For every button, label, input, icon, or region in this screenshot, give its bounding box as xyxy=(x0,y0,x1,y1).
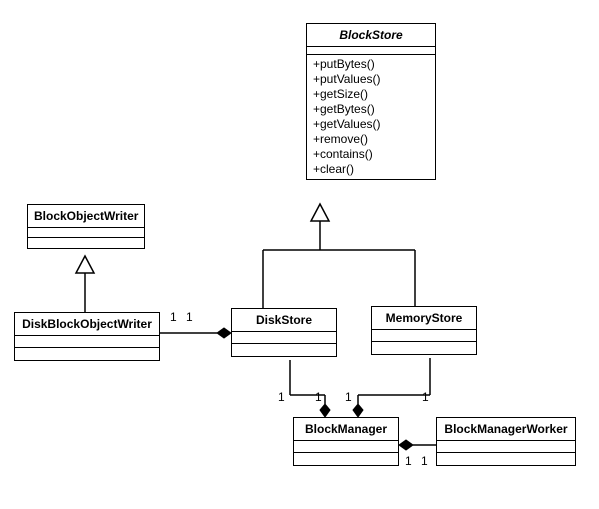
method: +putBytes() xyxy=(313,57,429,72)
class-blockmanagerworker: BlockManagerWorker xyxy=(436,417,576,466)
attr-section xyxy=(307,47,435,55)
class-blockmanager: BlockManager xyxy=(293,417,399,466)
methods-section xyxy=(15,348,159,360)
method: +clear() xyxy=(313,162,429,177)
class-blockstore: BlockStore +putBytes() +putValues() +get… xyxy=(306,23,436,180)
method: +getSize() xyxy=(313,87,429,102)
method: +contains() xyxy=(313,147,429,162)
method: +getValues() xyxy=(313,117,429,132)
mult-label: 1 xyxy=(405,454,412,468)
attr-section xyxy=(15,336,159,348)
attr-section xyxy=(294,441,398,453)
class-diskblockobjectwriter: DiskBlockObjectWriter xyxy=(14,312,160,361)
mult-label: 1 xyxy=(186,310,193,324)
attr-section xyxy=(28,228,144,238)
method: +getBytes() xyxy=(313,102,429,117)
mult-label: 1 xyxy=(315,390,322,404)
class-title: BlockManagerWorker xyxy=(437,418,575,441)
class-memorystore: MemoryStore xyxy=(371,306,477,355)
class-diskstore: DiskStore xyxy=(231,308,337,357)
mult-label: 1 xyxy=(422,390,429,404)
attr-section xyxy=(372,330,476,342)
class-blockobjectwriter: BlockObjectWriter xyxy=(27,204,145,249)
methods-section xyxy=(437,453,575,465)
method: +putValues() xyxy=(313,72,429,87)
class-title: BlockObjectWriter xyxy=(28,205,144,228)
class-title: BlockStore xyxy=(307,24,435,47)
attr-section xyxy=(437,441,575,453)
class-title: MemoryStore xyxy=(372,307,476,330)
methods-section: +putBytes() +putValues() +getSize() +get… xyxy=(307,55,435,179)
methods-section xyxy=(294,453,398,465)
mult-label: 1 xyxy=(421,454,428,468)
mult-label: 1 xyxy=(278,390,285,404)
class-title: DiskBlockObjectWriter xyxy=(15,313,159,336)
mult-label: 1 xyxy=(345,390,352,404)
class-title: DiskStore xyxy=(232,309,336,332)
method: +remove() xyxy=(313,132,429,147)
mult-label: 1 xyxy=(170,310,177,324)
attr-section xyxy=(232,332,336,344)
methods-section xyxy=(28,238,144,248)
methods-section xyxy=(232,344,336,356)
class-title: BlockManager xyxy=(294,418,398,441)
methods-section xyxy=(372,342,476,354)
